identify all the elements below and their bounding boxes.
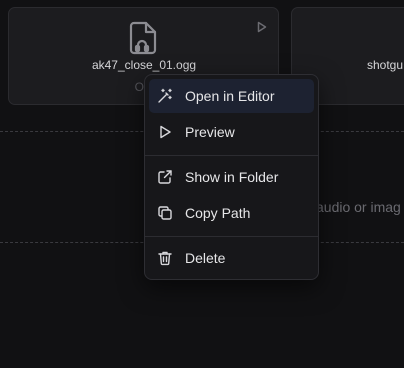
menu-item-show-in-folder[interactable]: Show in Folder <box>149 160 314 194</box>
menu-item-label: Open in Editor <box>185 88 275 104</box>
file-name: shotgu <box>367 58 404 72</box>
menu-separator <box>145 155 318 156</box>
menu-item-preview[interactable]: Preview <box>149 115 314 149</box>
menu-item-label: Show in Folder <box>185 169 279 185</box>
menu-item-label: Preview <box>185 124 235 140</box>
menu-item-label: Delete <box>185 250 226 266</box>
menu-separator <box>145 236 318 237</box>
wand-icon <box>157 88 173 104</box>
file-name: ak47_close_01.ogg <box>91 58 197 72</box>
menu-item-copy-path[interactable]: Copy Path <box>149 196 314 230</box>
play-icon <box>157 124 173 140</box>
menu-item-open-in-editor[interactable]: Open in Editor <box>149 79 314 113</box>
copy-icon <box>157 205 173 221</box>
audio-file-icon <box>128 21 158 55</box>
external-link-icon <box>157 169 173 185</box>
drop-zone-hint: audio or imag <box>316 199 401 215</box>
play-icon[interactable] <box>257 21 267 33</box>
trash-icon <box>157 250 173 266</box>
menu-item-delete[interactable]: Delete <box>149 241 314 275</box>
menu-item-label: Copy Path <box>185 205 251 221</box>
context-menu: Open in Editor Preview Show in Folder Co… <box>144 74 319 280</box>
